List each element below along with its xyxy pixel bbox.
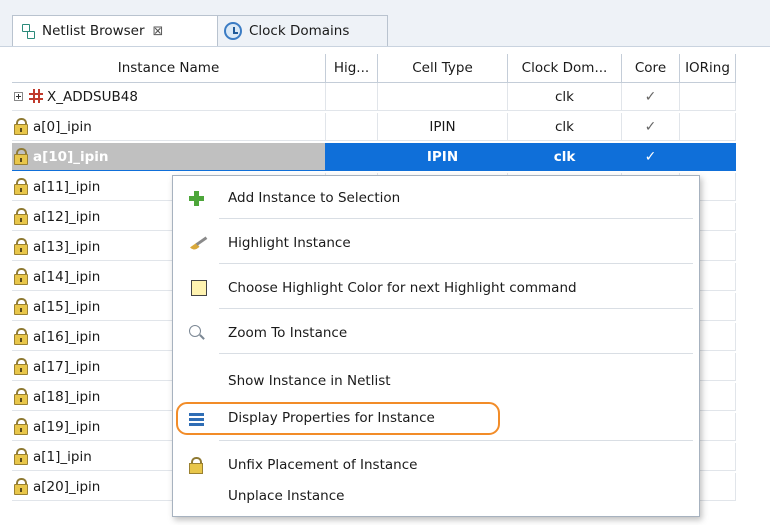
menu-separator — [219, 440, 693, 441]
cell-ioring — [680, 143, 736, 171]
instance-name-text: a[1]_ipin — [33, 449, 92, 465]
cell-highlight — [326, 83, 378, 111]
instance-name-text: a[20]_ipin — [33, 479, 101, 495]
color-swatch-icon — [191, 280, 207, 296]
table-header: Instance Name Hig... Cell Type Clock Dom… — [12, 54, 770, 83]
cell-highlight — [326, 113, 378, 141]
instance-name-text: a[18]_ipin — [33, 389, 101, 405]
menu-item-label: Show Instance in Netlist — [228, 373, 391, 389]
lock-icon — [14, 418, 28, 435]
cell-core: ✓ — [622, 113, 680, 141]
column-header-highlight[interactable]: Hig... — [326, 54, 378, 83]
instance-name-text: X_ADDSUB48 — [47, 89, 138, 105]
menu-item-unplace-instance[interactable]: Unplace Instance — [173, 481, 699, 511]
lock-icon — [14, 238, 28, 255]
menu-separator — [219, 353, 693, 354]
close-icon[interactable]: ⊠ — [153, 24, 164, 39]
cell-ioring — [680, 113, 736, 141]
unlock-icon — [189, 457, 207, 474]
table-row[interactable]: X_ADDSUB48 clk ✓ — [12, 83, 770, 111]
clock-icon — [224, 22, 242, 40]
instance-name-text: a[11]_ipin — [33, 179, 101, 195]
cell-clock-domain: clk — [508, 83, 622, 111]
menu-separator — [219, 308, 693, 309]
instance-name-text: a[15]_ipin — [33, 299, 101, 315]
check-icon: ✓ — [644, 119, 657, 135]
menu-item-highlight-instance[interactable]: Highlight Instance — [173, 228, 699, 258]
magnifier-icon — [189, 325, 207, 341]
menu-item-label: Zoom To Instance — [228, 325, 348, 341]
menu-separator — [219, 263, 693, 264]
instance-name-text: a[13]_ipin — [33, 239, 101, 255]
menu-item-unfix-placement[interactable]: Unfix Placement of Instance — [173, 450, 699, 480]
column-header-cell-type[interactable]: Cell Type — [378, 54, 508, 83]
instance-name-text: a[0]_ipin — [33, 119, 92, 135]
add-plus-icon — [189, 190, 207, 206]
column-header-ioring[interactable]: IORing — [680, 54, 736, 83]
menu-item-zoom-to-instance[interactable]: Zoom To Instance — [173, 318, 699, 348]
callout-highlight-ring — [176, 402, 500, 435]
column-header-instance-name[interactable]: Instance Name — [12, 54, 326, 83]
cell-highlight — [326, 143, 378, 171]
menu-item-label: Unfix Placement of Instance — [228, 457, 418, 473]
netlist-icon — [21, 23, 35, 39]
lock-icon — [14, 148, 28, 165]
menu-item-add-instance-to-selection[interactable]: Add Instance to Selection — [173, 183, 699, 213]
cell-instance-name: a[10]_ipin — [12, 143, 326, 171]
lock-icon — [14, 448, 28, 465]
cell-clock-domain: clk — [508, 113, 622, 141]
cell-core: ✓ — [622, 83, 680, 111]
lock-icon — [14, 208, 28, 225]
tab-clock-domains[interactable]: Clock Domains — [218, 15, 388, 46]
instance-name-text: a[14]_ipin — [33, 269, 101, 285]
lock-icon — [14, 388, 28, 405]
menu-separator — [219, 218, 693, 219]
lock-icon — [14, 268, 28, 285]
lock-icon — [14, 358, 28, 375]
cell-instance-name: X_ADDSUB48 — [12, 83, 326, 111]
tab-label: Netlist Browser — [42, 23, 145, 39]
menu-item-label: Choose Highlight Color for next Highligh… — [228, 280, 577, 296]
lock-icon — [14, 298, 28, 315]
check-icon: ✓ — [644, 149, 657, 165]
cell-cell-type: IPIN — [378, 143, 508, 171]
module-grid-icon — [29, 89, 43, 103]
table-row[interactable]: a[0]_ipin IPIN clk ✓ — [12, 113, 770, 141]
cell-clock-domain: clk — [508, 143, 622, 171]
tab-label: Clock Domains — [249, 23, 350, 39]
cell-instance-name: a[0]_ipin — [12, 113, 326, 141]
expand-toggle-icon[interactable] — [14, 92, 23, 101]
lock-icon — [14, 118, 28, 135]
tab-netlist-browser[interactable]: Netlist Browser ⊠ — [12, 15, 218, 46]
lock-icon — [14, 178, 28, 195]
highlight-brush-icon — [186, 231, 210, 254]
instance-name-text: a[10]_ipin — [33, 149, 109, 165]
cell-core: ✓ — [622, 143, 680, 171]
table-row[interactable]: a[10]_ipin IPIN clk ✓ — [12, 143, 770, 171]
lock-icon — [14, 328, 28, 345]
menu-item-label: Unplace Instance — [228, 488, 345, 504]
instance-name-text: a[19]_ipin — [33, 419, 101, 435]
menu-item-show-instance-in-netlist[interactable]: Show Instance in Netlist — [173, 366, 699, 396]
cell-cell-type — [378, 83, 508, 111]
instance-name-text: a[12]_ipin — [33, 209, 101, 225]
lock-icon — [14, 478, 28, 495]
check-icon: ✓ — [644, 89, 657, 105]
menu-item-label: Highlight Instance — [228, 235, 351, 251]
tab-strip: Netlist Browser ⊠ Clock Domains — [0, 0, 770, 47]
cell-cell-type: IPIN — [378, 113, 508, 141]
menu-item-label: Add Instance to Selection — [228, 190, 401, 206]
cell-ioring — [680, 83, 736, 111]
context-menu: Add Instance to Selection Highlight Inst… — [172, 175, 700, 517]
instance-name-text: a[16]_ipin — [33, 329, 101, 345]
column-header-core[interactable]: Core — [622, 54, 680, 83]
menu-item-choose-highlight-color[interactable]: Choose Highlight Color for next Highligh… — [173, 273, 699, 303]
instance-name-text: a[17]_ipin — [33, 359, 101, 375]
column-header-clock-domain[interactable]: Clock Dom... — [508, 54, 622, 83]
